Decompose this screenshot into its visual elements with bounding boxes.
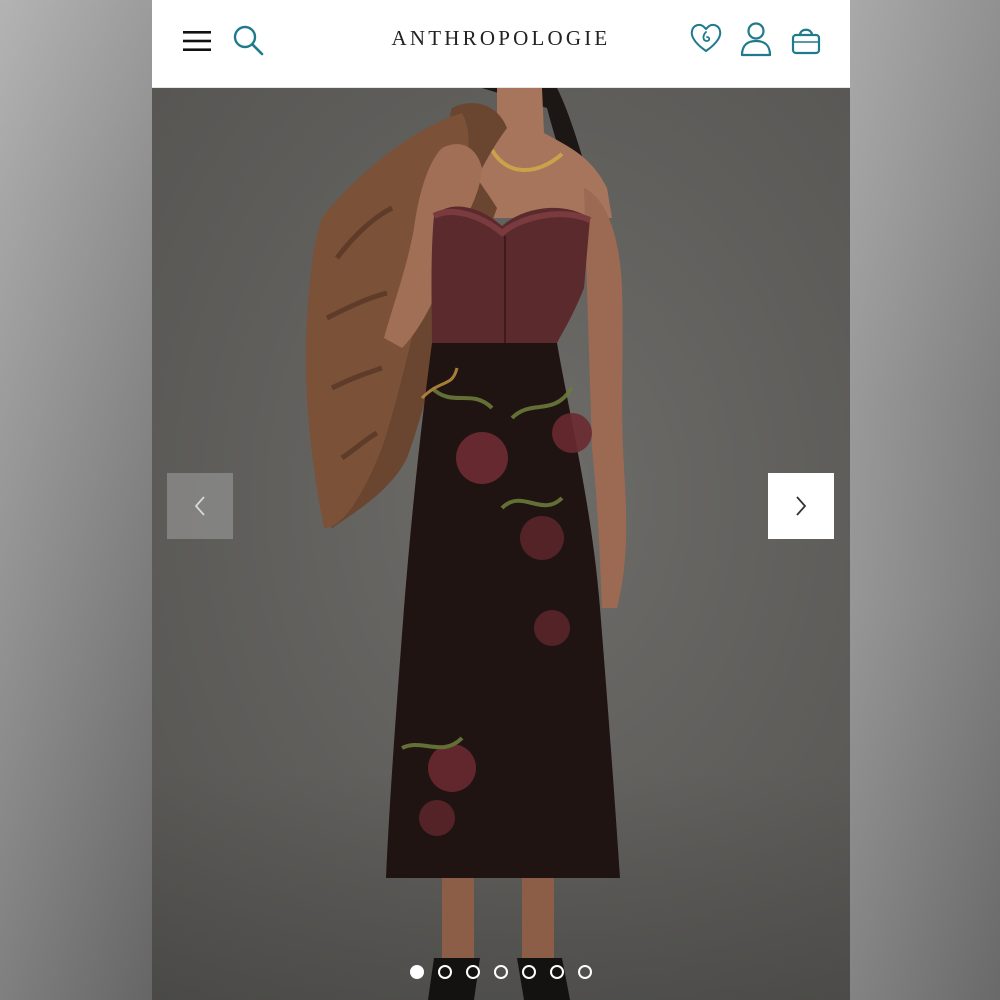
carousel-dot-6[interactable] [550, 965, 564, 979]
account-button[interactable] [736, 18, 776, 60]
shopping-bag-button[interactable] [786, 20, 826, 60]
carousel-dot-1[interactable] [410, 965, 424, 979]
wishlist-button[interactable] [686, 18, 726, 58]
blurred-background-left [0, 0, 152, 1000]
carousel-dot-7[interactable] [578, 965, 592, 979]
carousel-dot-2[interactable] [438, 965, 452, 979]
carousel-dot-4[interactable] [494, 965, 508, 979]
heart-icon [690, 23, 722, 52]
next-image-button[interactable] [768, 473, 834, 539]
model-illustration [305, 88, 627, 1000]
user-icon [740, 22, 772, 57]
previous-image-button[interactable] [167, 473, 233, 539]
carousel-pagination [152, 965, 850, 979]
product-page: ANTHROPOLOGIE [152, 0, 850, 1000]
carousel-dot-5[interactable] [522, 965, 536, 979]
chevron-left-icon [194, 496, 205, 516]
carousel-dot-3[interactable] [466, 965, 480, 979]
shopping-bag-icon [791, 28, 821, 55]
blurred-background-right [850, 0, 1000, 1000]
chevron-right-icon [796, 496, 807, 516]
product-image[interactable] [152, 88, 850, 1000]
site-header: ANTHROPOLOGIE [152, 0, 850, 88]
